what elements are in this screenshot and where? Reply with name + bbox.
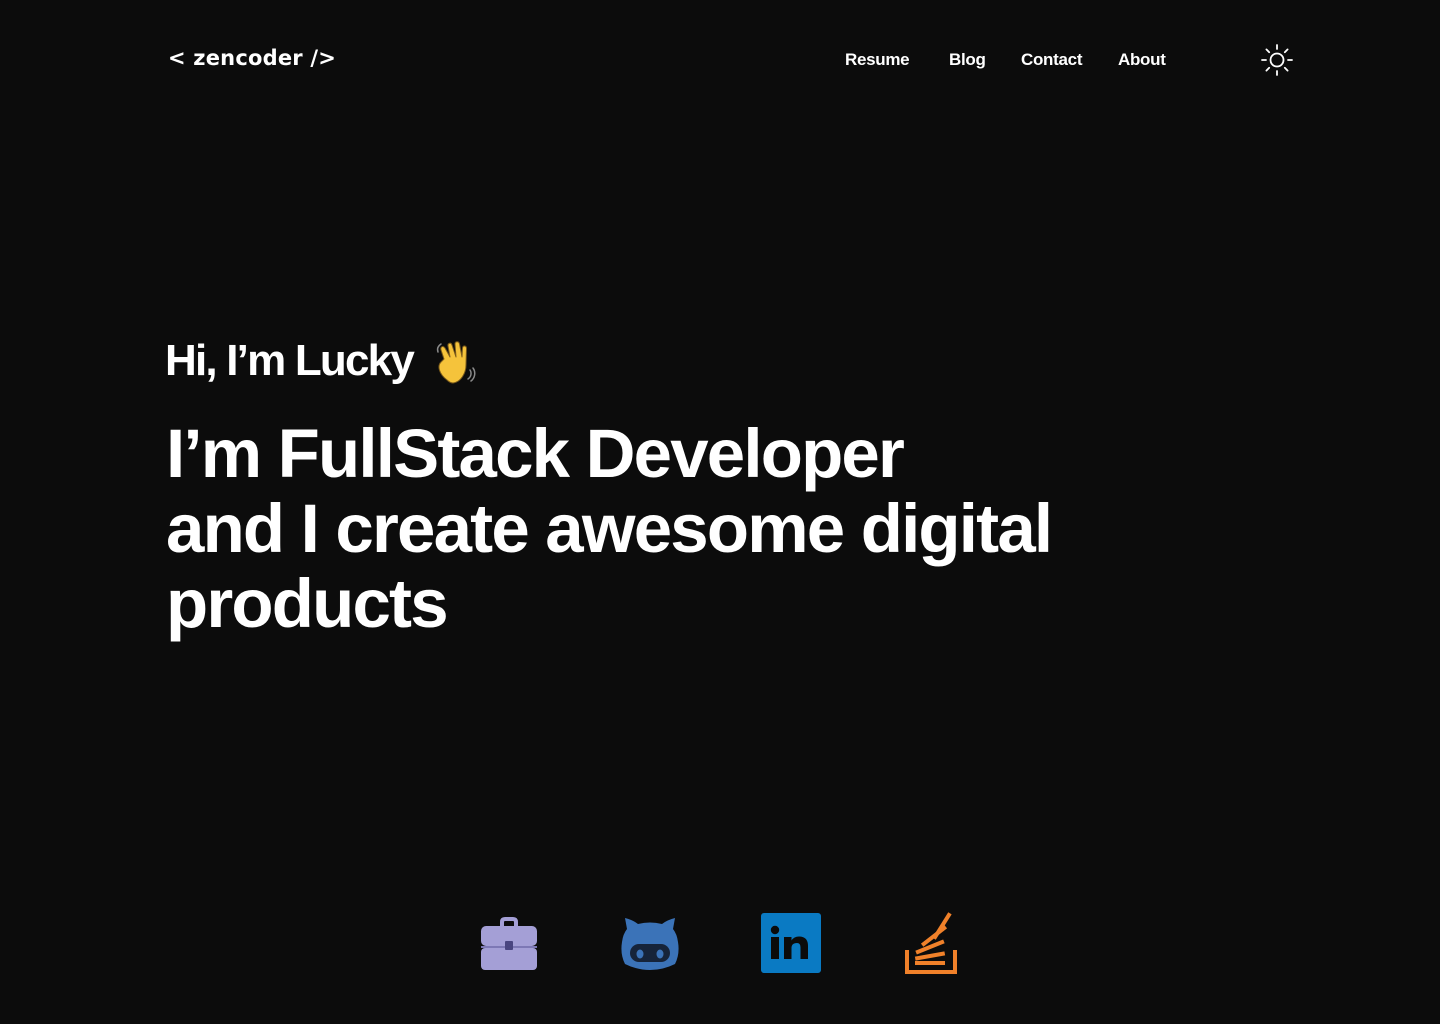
greeting-text: Hi, I’m Lucky	[165, 336, 415, 385]
headline-line: products	[166, 565, 449, 642]
linkedin-link[interactable]	[760, 912, 822, 974]
theme-toggle-button[interactable]	[1258, 42, 1296, 80]
hero-headline: I’m FullStack Developer and I create awe…	[166, 416, 1286, 641]
nav-item-resume[interactable]: Resume	[845, 50, 910, 70]
social-links	[0, 912, 1440, 974]
headline-line: and I create awesome digital	[166, 490, 1053, 567]
main-nav: Resume Blog Contact About	[0, 50, 1440, 74]
stackoverflow-link[interactable]	[901, 912, 963, 974]
github-link[interactable]	[619, 912, 681, 974]
sun-icon	[1261, 44, 1293, 76]
stackoverflow-icon	[905, 912, 957, 974]
portfolio-link[interactable]	[478, 912, 540, 974]
nav-item-blog[interactable]: Blog	[949, 50, 986, 70]
briefcase-icon	[481, 917, 537, 970]
greeting: Hi, I’m Lucky	[165, 332, 481, 390]
linkedin-icon	[761, 913, 821, 973]
waving-hand-icon	[436, 341, 476, 384]
nav-item-contact[interactable]: Contact	[1021, 50, 1082, 70]
nav-item-about[interactable]: About	[1118, 50, 1166, 70]
headline-line: I’m FullStack Developer	[166, 415, 905, 492]
github-icon	[621, 918, 679, 970]
